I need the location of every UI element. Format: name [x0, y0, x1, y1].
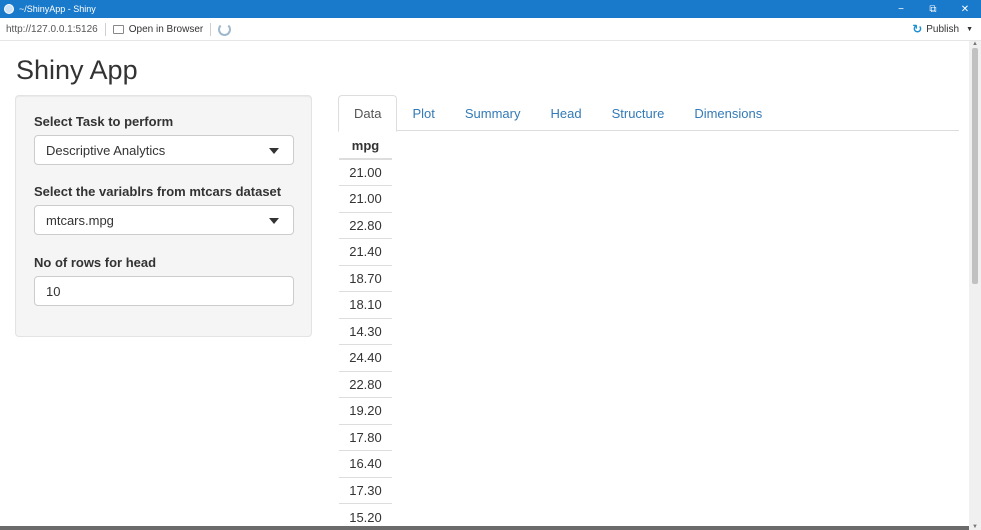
table-row: 21.00 — [339, 185, 392, 212]
toolbar-divider — [104, 22, 106, 36]
open-window-icon — [112, 24, 124, 34]
publish-button[interactable]: ↻ Publish ▼ — [912, 22, 973, 36]
table-header-row: mpg — [339, 132, 392, 160]
table-cell: 22.80 — [339, 370, 392, 398]
window-controls: − ⧉ ✕ — [885, 0, 981, 18]
close-button[interactable]: ✕ — [949, 0, 981, 18]
open-in-browser-label: Open in Browser — [128, 23, 204, 35]
task-select-value: Descriptive Analytics — [46, 142, 166, 158]
table-cell: 18.70 — [339, 264, 392, 292]
open-in-browser-button[interactable]: Open in Browser — [112, 23, 204, 35]
scroll-down-icon[interactable]: ▼ — [972, 524, 978, 530]
table-row: 24.40 — [339, 344, 392, 371]
window-title: ~/ShinyApp - Shiny — [19, 4, 96, 14]
page-title: Shiny App — [16, 55, 138, 85]
dropdown-caret-icon — [269, 148, 279, 154]
table-cell: 21.00 — [339, 185, 392, 212]
toolbar-divider — [210, 22, 212, 36]
scrollbar-thumb[interactable] — [972, 48, 978, 284]
minimize-button[interactable]: − — [885, 0, 917, 18]
restore-button[interactable]: ⧉ — [917, 0, 949, 18]
rows-input-value: 10 — [46, 283, 61, 299]
tab-data[interactable]: Data — [338, 95, 398, 132]
chevron-down-icon: ▼ — [966, 25, 973, 33]
table-cell: 21.00 — [339, 158, 392, 186]
table-cell: 17.30 — [339, 476, 392, 504]
table-cell: 19.20 — [339, 397, 392, 424]
window-titlebar: ~/ShinyApp - Shiny − ⧉ ✕ — [0, 0, 981, 18]
table-row: 18.70 — [339, 264, 392, 292]
table-row: 21.40 — [339, 238, 392, 265]
tab-head[interactable]: Head — [536, 95, 597, 131]
task-select-label: Select Task to perform — [34, 114, 174, 129]
tab-structure[interactable]: Structure — [597, 95, 680, 131]
tab-dimensions[interactable]: Dimensions — [679, 95, 777, 131]
table-row: 16.40 — [339, 450, 392, 477]
table-cell: 16.40 — [339, 450, 392, 477]
table-cell: 24.40 — [339, 344, 392, 371]
rows-input-label: No of rows for head — [34, 255, 157, 270]
variable-select[interactable]: mtcars.mpg — [34, 205, 294, 235]
table-cell: 22.80 — [339, 211, 392, 239]
table-row: 14.30 — [339, 317, 392, 345]
vertical-scrollbar[interactable]: ▲ ▼ — [969, 41, 981, 530]
table-row: 18.10 — [339, 291, 392, 318]
table-cell: 18.10 — [339, 291, 392, 318]
viewer-toolbar: http://127.0.0.1:5126 Open in Browser ↻ … — [0, 18, 981, 41]
rstudio-app-icon — [4, 4, 14, 14]
url-display: http://127.0.0.1:5126 — [6, 23, 98, 35]
column-header-mpg: mpg — [339, 132, 392, 160]
tabset: Data Plot Summary Head Structure Dimensi… — [338, 95, 959, 132]
table-cell: 14.30 — [339, 317, 392, 345]
table-cell: 17.80 — [339, 423, 392, 451]
table-cell: 21.40 — [339, 238, 392, 265]
tab-plot[interactable]: Plot — [397, 95, 449, 131]
publish-icon: ↻ — [912, 22, 923, 36]
table-row: 17.30 — [339, 476, 392, 504]
table-row: 21.00 — [339, 158, 392, 186]
table-row: 19.20 — [339, 397, 392, 424]
rows-input[interactable]: 10 — [34, 276, 294, 306]
table-row: 22.80 — [339, 211, 392, 239]
refresh-icon[interactable] — [218, 22, 232, 36]
table-row: 17.80 — [339, 423, 392, 451]
dropdown-caret-icon — [269, 218, 279, 224]
window-bottom-edge — [0, 526, 969, 530]
data-table: mpg 21.00 21.00 22.80 21.40 18.70 18.10 … — [339, 132, 392, 530]
task-select[interactable]: Descriptive Analytics — [34, 135, 294, 165]
tab-summary[interactable]: Summary — [450, 95, 536, 131]
publish-label: Publish — [926, 23, 960, 35]
table-row: 22.80 — [339, 370, 392, 398]
sidebar-panel: Select Task to perform Descriptive Analy… — [15, 95, 312, 337]
variable-select-label: Select the variablrs from mtcars dataset — [34, 184, 282, 199]
scroll-up-icon[interactable]: ▲ — [972, 41, 978, 47]
variable-select-value: mtcars.mpg — [46, 212, 114, 228]
